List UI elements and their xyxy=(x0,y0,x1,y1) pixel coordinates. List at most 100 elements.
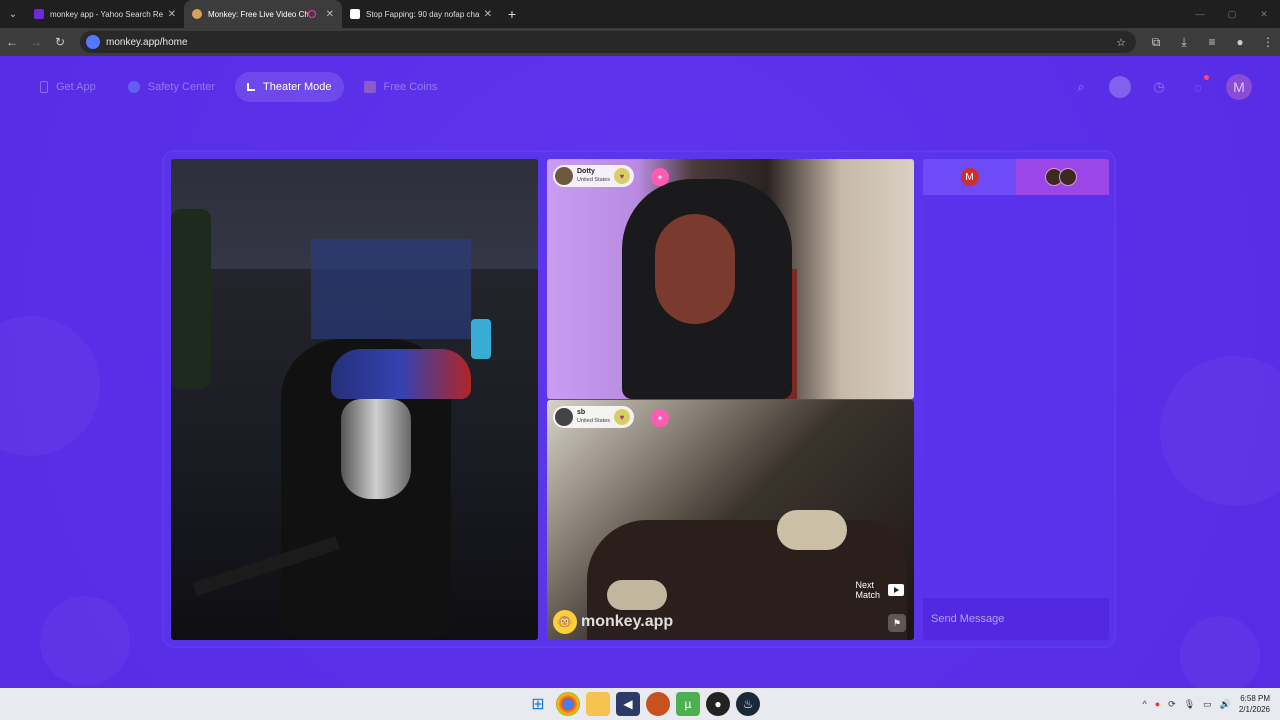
phone-icon xyxy=(40,81,48,93)
group-avatars xyxy=(1044,168,1077,186)
blue-light xyxy=(311,239,471,339)
theater-mode-label: Theater Mode xyxy=(263,81,332,93)
bg-decoration xyxy=(40,596,130,686)
silver-mask xyxy=(341,399,411,499)
app-icon[interactable] xyxy=(646,692,670,716)
network-icon[interactable]: ▭ xyxy=(1203,699,1212,710)
heart-icon[interactable]: ♥ xyxy=(614,409,631,425)
tab-search-icon[interactable]: ⌄ xyxy=(0,0,26,28)
video-stage: Dotty United States ♥ ✦ sb United States… xyxy=(164,152,1114,646)
chat-tab-group[interactable] xyxy=(1016,159,1109,195)
stranger-tag-1[interactable]: Dotty United States ♥ xyxy=(553,165,635,187)
play-icon xyxy=(888,584,904,596)
sync-icon[interactable]: ⟳ xyxy=(1168,699,1176,710)
file-explorer-icon[interactable] xyxy=(586,692,610,716)
bg-decoration xyxy=(1160,356,1280,506)
clock[interactable]: 6:58 PM 2/1/2026 xyxy=(1239,693,1270,715)
windows-start-icon[interactable]: ⊞ xyxy=(526,692,550,716)
os-taskbar: ⊞ ◀ µ ● ♨ ^ ● ⟳ 🎙 ▭ 🔊 6:58 PM 2/1/2026 xyxy=(0,688,1280,720)
gift-badge-icon[interactable]: ✦ xyxy=(651,168,669,186)
obs-icon[interactable]: ● xyxy=(706,692,730,716)
media-icon[interactable]: ≡ xyxy=(1200,28,1224,56)
tray-chevron-icon[interactable]: ^ xyxy=(1142,699,1146,709)
minimize-icon[interactable]: — xyxy=(1184,9,1216,19)
chat-tab-self[interactable]: M xyxy=(923,159,1016,195)
user-avatar[interactable]: M xyxy=(1226,74,1252,100)
safety-center-button[interactable]: Safety Center xyxy=(116,72,227,102)
top-nav: Get App Safety Center Theater Mode Free … xyxy=(28,72,449,102)
avatar-icon[interactable] xyxy=(1109,76,1131,98)
brand-text: monkey.app xyxy=(581,613,674,630)
menu-icon[interactable]: ⋮ xyxy=(1256,28,1280,56)
stranger-username: Dotty xyxy=(577,168,595,175)
tab-title: Stop Fapping: 90 day nofap cha xyxy=(366,9,480,19)
get-app-label: Get App xyxy=(56,81,96,93)
tab-monkey[interactable]: Monkey: Free Live Video Ch ✕ xyxy=(184,0,342,28)
window-controls: — ▢ ✕ xyxy=(1184,0,1280,28)
stranger-video-1: Dotty United States ♥ ✦ xyxy=(547,159,914,399)
clock-date: 2/1/2026 xyxy=(1238,705,1270,714)
top-right-actions: ⌕ ◷ ◌ M xyxy=(1070,74,1252,100)
chat-tab-avatar: M xyxy=(960,168,979,186)
notification-dot xyxy=(1204,75,1209,80)
gift-badge-icon[interactable]: ✦ xyxy=(651,409,669,427)
address-bar[interactable]: monkey.app/home ☆ xyxy=(80,31,1136,53)
stranger-country: United States xyxy=(577,418,611,424)
new-tab-button[interactable]: + xyxy=(500,0,524,28)
close-window-icon[interactable]: ✕ xyxy=(1248,9,1280,20)
site-info-icon[interactable] xyxy=(86,35,100,49)
safety-center-label: Safety Center xyxy=(147,81,216,93)
clock-time: 6:58 PM xyxy=(1240,694,1270,703)
steam-icon[interactable]: ♨ xyxy=(736,692,760,716)
stranger-tag-2[interactable]: sb United States ♥ xyxy=(553,406,635,428)
blanket-pattern xyxy=(607,580,667,610)
profile-icon[interactable]: ● xyxy=(1228,28,1252,56)
app-icon[interactable]: ◀ xyxy=(616,692,640,716)
url-text: monkey.app/home xyxy=(106,36,188,48)
app-icon[interactable]: µ xyxy=(676,692,700,716)
theater-mode-button[interactable]: Theater Mode xyxy=(235,72,344,102)
send-message-input[interactable] xyxy=(931,613,1101,625)
stranger-username: sb xyxy=(577,409,586,416)
chat-input-bar xyxy=(923,598,1109,640)
mic-icon[interactable]: 🎙 xyxy=(1184,699,1195,710)
browser-toolbar: ← → ↻ monkey.app/home ☆ ⧉ ⤓ ≡ ● ⋮ xyxy=(0,28,1280,56)
blanket-pattern xyxy=(777,510,847,550)
free-coins-button[interactable]: Free Coins xyxy=(352,72,450,102)
shield-icon xyxy=(127,81,140,93)
report-button-icon[interactable]: ⚑ xyxy=(888,614,906,632)
download-icon[interactable]: ⤓ xyxy=(1172,28,1196,56)
recording-icon xyxy=(307,10,316,18)
monkey-page: Get App Safety Center Theater Mode Free … xyxy=(0,56,1280,688)
record-indicator-icon: ● xyxy=(1154,699,1161,709)
stranger-avatar xyxy=(555,167,573,185)
bookmark-star-icon[interactable]: ☆ xyxy=(1116,36,1126,49)
chat-panel: M xyxy=(923,159,1109,640)
reload-icon[interactable]: ↻ xyxy=(48,28,72,56)
expand-icon xyxy=(247,83,256,91)
tab-nofap[interactable]: Stop Fapping: 90 day nofap cha ✕ xyxy=(342,0,500,28)
close-tab-icon[interactable]: ✕ xyxy=(168,9,176,20)
next-match-button[interactable]: Next Match xyxy=(855,580,904,600)
bg-decoration xyxy=(1180,616,1260,688)
monkey-logo-icon: 🐵 xyxy=(553,610,577,634)
tab-yahoo[interactable]: monkey app - Yahoo Search Re ✕ xyxy=(26,0,184,28)
chrome-icon[interactable] xyxy=(556,692,580,716)
maximize-icon[interactable]: ▢ xyxy=(1216,9,1248,20)
get-app-button[interactable]: Get App xyxy=(28,72,108,102)
messages-icon[interactable]: ◌ xyxy=(1187,75,1209,98)
heart-icon[interactable]: ♥ xyxy=(614,168,631,184)
history-icon[interactable]: ◷ xyxy=(1148,76,1170,98)
extensions-icon[interactable]: ⧉ xyxy=(1144,28,1168,56)
stranger-video-2: sb United States ♥ ✦ Next Match 🐵 monkey… xyxy=(547,400,914,640)
stranger-avatar xyxy=(555,408,573,426)
volume-icon[interactable]: 🔊 xyxy=(1220,699,1231,710)
next-match-line1: Next xyxy=(855,580,874,590)
forward-icon[interactable]: → xyxy=(24,28,48,56)
durag xyxy=(331,349,471,399)
close-tab-icon[interactable]: ✕ xyxy=(326,9,334,20)
back-icon[interactable]: ← xyxy=(0,28,24,56)
close-tab-icon[interactable]: ✕ xyxy=(484,9,492,20)
search-icon[interactable]: ⌕ xyxy=(1070,76,1092,98)
face xyxy=(655,214,735,324)
